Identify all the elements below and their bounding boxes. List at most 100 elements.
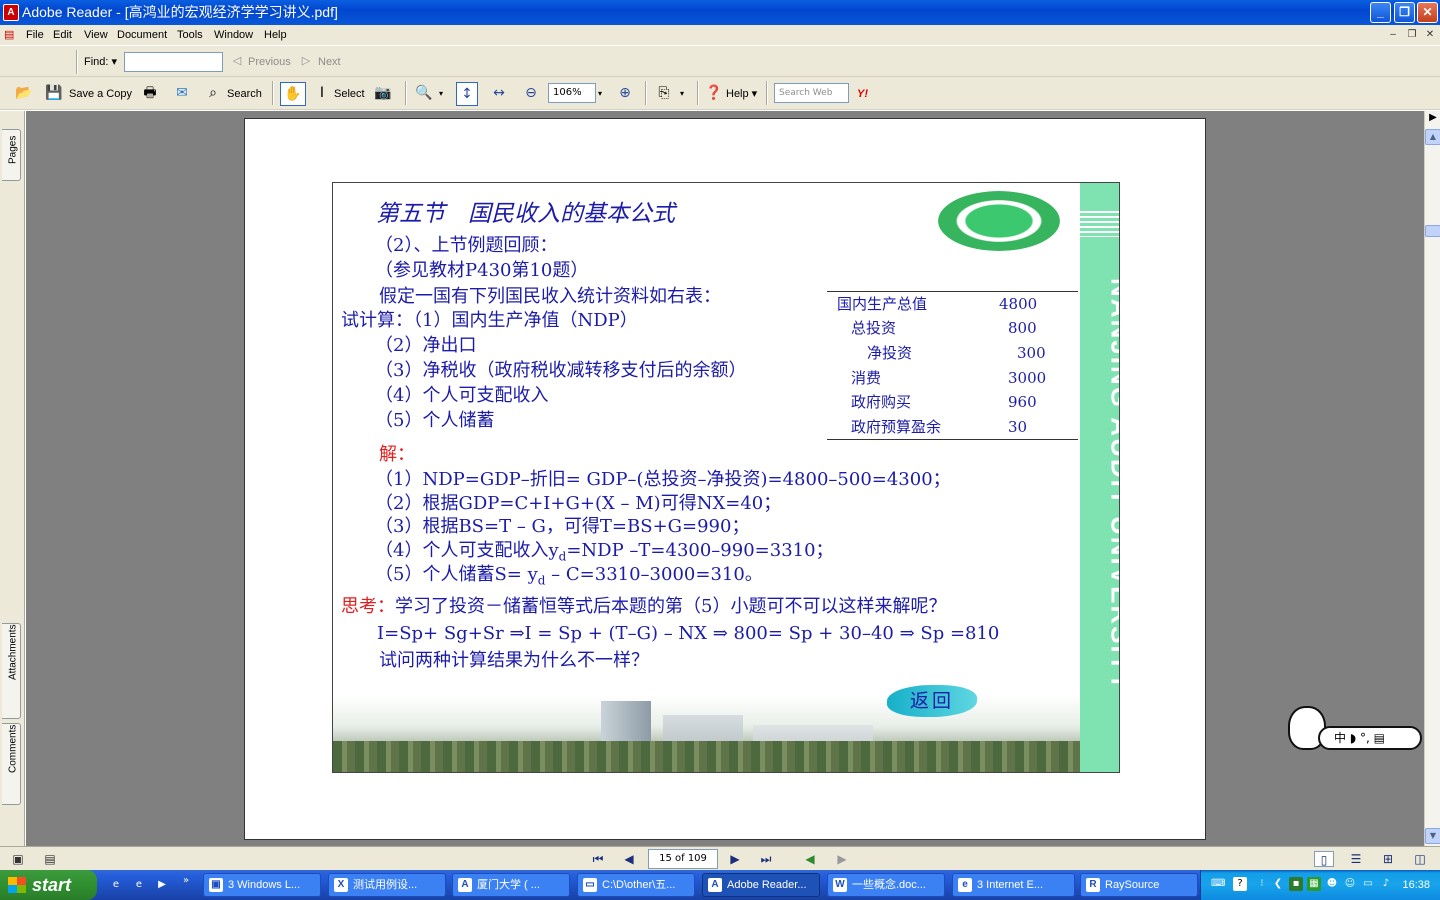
tab-comments[interactable]: Comments: [2, 723, 21, 805]
previous-page-icon[interactable]: ◀: [621, 851, 637, 867]
menu-document[interactable]: Document: [117, 25, 167, 45]
task-button[interactable]: ▭ C:\D\other\五...: [577, 873, 695, 897]
qq-tray-icon[interactable]: ☻: [1325, 877, 1339, 891]
system-tray: ⌨ ? ⁝ ❮ ▪ ▦ ☻ ☺ ▭ ♪ 16:38: [1200, 870, 1440, 900]
menu-window[interactable]: Window: [214, 25, 253, 45]
select-text-icon[interactable]: I: [312, 83, 332, 103]
close-button[interactable]: ✕: [1417, 2, 1438, 23]
ie-icon: e: [958, 878, 972, 892]
page-number-field[interactable]: 15 of 109: [648, 849, 718, 869]
zoom-tool-dropdown-icon[interactable]: ▾: [439, 86, 443, 102]
fit-width-icon[interactable]: ↔: [489, 83, 509, 103]
zoom-level-field[interactable]: 106%: [548, 83, 596, 103]
binoculars-icon[interactable]: ⌕: [203, 83, 223, 103]
ie-quicklaunch-icon[interactable]: e: [132, 878, 146, 892]
continuous-icon[interactable]: ☰: [1348, 851, 1364, 867]
print-icon[interactable]: 🖶: [140, 83, 160, 103]
monitor-tray-icon[interactable]: ▭: [1361, 877, 1375, 891]
open-folder-icon[interactable]: 📂: [14, 83, 34, 103]
select-button[interactable]: Select: [334, 86, 365, 102]
start-button[interactable]: start: [0, 870, 97, 900]
continuous-facing-icon[interactable]: ⊞: [1380, 851, 1396, 867]
tab-attachments[interactable]: Attachments: [2, 623, 21, 719]
user-tray-icon[interactable]: ☺: [1343, 877, 1357, 891]
go-back-icon[interactable]: ◀: [802, 851, 818, 867]
doc-restore-icon[interactable]: ❐: [1405, 28, 1419, 42]
window-titlebar[interactable]: A Adobe Reader - [高鸿业的宏观经济学学习讲义.pdf] _ ❐…: [0, 0, 1440, 25]
single-page-icon[interactable]: ▯: [1314, 851, 1334, 867]
media-player-icon[interactable]: ▶: [155, 878, 169, 892]
back-button[interactable]: 返回: [887, 685, 977, 717]
doc-minimize-icon[interactable]: –: [1386, 28, 1400, 42]
formula-line: I=Sp+ Sg+Sr ⇒I = Sp + (T–G) – NX ⇒ 800= …: [377, 623, 1000, 644]
task-button-active[interactable]: A Adobe Reader...: [702, 873, 820, 897]
save-icon[interactable]: 💾: [44, 83, 64, 103]
find-input[interactable]: [124, 52, 223, 72]
tab-pages[interactable]: Pages: [2, 129, 21, 181]
last-page-icon[interactable]: ⏭: [758, 851, 774, 867]
tray-collapse-icon[interactable]: ❮: [1271, 877, 1285, 891]
scroll-up-icon[interactable]: ▲: [1425, 129, 1440, 145]
vertical-scrollbar[interactable]: ▶ ▲ ▼: [1424, 111, 1440, 846]
slide-line: （4）个人可支配收入: [375, 385, 549, 406]
rotate-view-icon[interactable]: ⎘: [654, 83, 674, 103]
previous-button[interactable]: Previous: [248, 54, 291, 70]
search-web-input[interactable]: Search Web: [774, 83, 849, 103]
doc-close-icon[interactable]: ✕: [1423, 28, 1437, 42]
snapshot-icon[interactable]: 📷: [373, 83, 393, 103]
go-forward-icon[interactable]: ▶: [834, 851, 850, 867]
ime-toolbar[interactable]: 中 ◗ °, ▤: [1288, 706, 1422, 752]
toolbar-separator: [766, 81, 768, 105]
panel-expand-icon[interactable]: ▶: [1425, 111, 1440, 127]
hand-tool-icon[interactable]: ✋: [280, 82, 306, 106]
keyboard-icon[interactable]: ⌨: [1211, 877, 1225, 891]
thumbnail-icon[interactable]: ▤: [42, 851, 58, 867]
email-icon[interactable]: ✉: [172, 83, 192, 103]
page-layout-icon[interactable]: ▣: [10, 851, 26, 867]
find-label[interactable]: Find: ▾: [84, 54, 117, 70]
task-button[interactable]: A 厦门大学 ( ...: [452, 873, 570, 897]
actual-size-icon[interactable]: ↕: [456, 82, 478, 106]
quicklaunch-more-icon[interactable]: »: [179, 874, 193, 888]
document-icon[interactable]: ▤: [4, 28, 18, 42]
zoom-in-icon[interactable]: ⊕: [615, 83, 635, 103]
task-button[interactable]: X 测试用例设...: [328, 873, 446, 897]
yahoo-icon[interactable]: Y!: [857, 86, 868, 102]
volume-tray-icon[interactable]: ♪: [1379, 877, 1393, 891]
next-button[interactable]: Next: [318, 54, 341, 70]
minimize-button[interactable]: _: [1370, 2, 1391, 23]
zoom-in-tool-icon[interactable]: 🔍: [414, 83, 434, 103]
menu-tools[interactable]: Tools: [177, 25, 203, 45]
ie-quicklaunch-icon[interactable]: e: [109, 878, 123, 892]
task-button[interactable]: e3 Internet E...: [952, 873, 1075, 897]
next-page-icon[interactable]: ▶: [727, 851, 743, 867]
scroll-thumb[interactable]: [1425, 225, 1440, 237]
answer-line: （1）NDP=GDP–折旧= GDP–(总投资–净投资)=4800–500=43…: [375, 469, 951, 490]
first-page-icon[interactable]: ⏮: [590, 851, 606, 867]
help-icon[interactable]: ❓: [704, 83, 724, 103]
network-tray-icon[interactable]: ▪: [1289, 877, 1303, 891]
task-button[interactable]: W 一些概念.doc...: [827, 873, 945, 897]
input-method-icon[interactable]: ⁝: [1255, 877, 1269, 891]
task-button[interactable]: R RaySource: [1080, 873, 1198, 897]
search-button[interactable]: Search: [227, 86, 262, 102]
help-tray-icon[interactable]: ?: [1233, 877, 1247, 891]
help-button[interactable]: Help ▾: [726, 86, 757, 102]
university-logo: [938, 191, 1060, 251]
menu-view[interactable]: View: [84, 25, 108, 45]
restore-button[interactable]: ❐: [1394, 2, 1415, 23]
ime-status[interactable]: 中 ◗ °, ▤: [1318, 726, 1422, 750]
scroll-down-icon[interactable]: ▼: [1425, 828, 1440, 844]
menu-edit[interactable]: Edit: [53, 25, 72, 45]
zoom-out-icon[interactable]: ⊖: [521, 83, 541, 103]
save-copy-button[interactable]: Save a Copy: [69, 86, 132, 102]
menu-file[interactable]: File: [26, 25, 44, 45]
app-tray-icon[interactable]: ▦: [1307, 877, 1321, 891]
rotate-dropdown-icon[interactable]: ▾: [680, 86, 684, 102]
windows-group-icon: ▣: [209, 878, 223, 892]
think-line: 思考：学习了投资－储蓄恒等式后本题的第（5）小题可不可以这样来解呢？: [341, 596, 947, 617]
menu-help[interactable]: Help: [264, 25, 287, 45]
zoom-dropdown-icon[interactable]: ▾: [598, 86, 602, 102]
task-button[interactable]: ▣ 3 Windows L...: [203, 873, 321, 897]
facing-icon[interactable]: ◫: [1412, 851, 1428, 867]
